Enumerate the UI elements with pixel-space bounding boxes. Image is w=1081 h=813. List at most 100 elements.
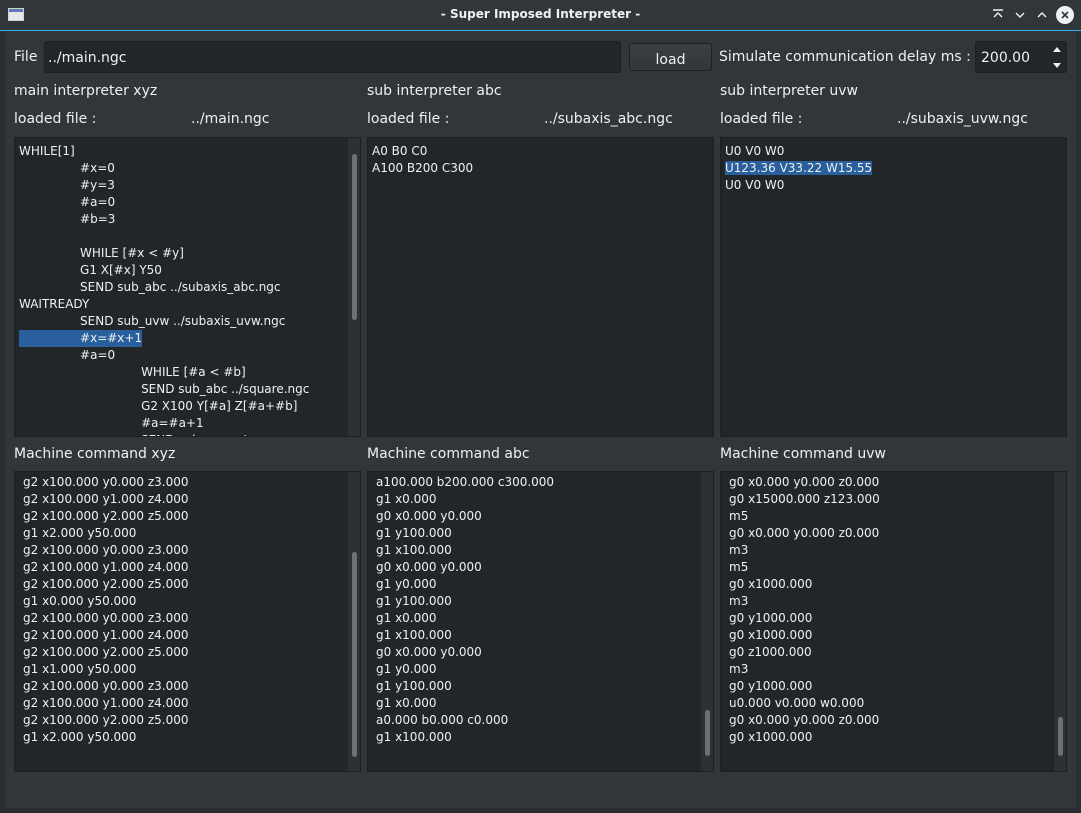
machine-uvw-view[interactable]: g0 x0.000 y0.000 z0.000 g0 x15000.000 z12… (720, 471, 1067, 772)
code-line-text: WHILE [#x < #y] (19, 246, 184, 260)
code-line-text: g2 x100.000 y2.000 z5.000 (23, 509, 189, 523)
code-line-text: #x=0 (19, 161, 115, 175)
main-code-view[interactable]: WHILE[1] #x=0 #y=3 #a=0 #b=3 WHILE [#x <… (14, 137, 361, 437)
code-line-text: g0 z1000.000 (729, 645, 812, 659)
load-button[interactable]: load (629, 43, 712, 71)
code-line-text: g1 x1.000 y50.000 (23, 662, 137, 676)
code-line-text: g0 x0.000 y0.000 (376, 509, 482, 523)
code-line-text: g1 y100.000 (376, 679, 452, 693)
code-line-text: g1 x2.000 y50.000 (23, 730, 137, 744)
code-line-text: g2 x100.000 y0.000 z3.000 (23, 611, 189, 625)
main-code-lines: WHILE[1] #x=0 #y=3 #a=0 #b=3 WHILE [#x <… (19, 143, 309, 436)
code-line-text: g0 x0.000 y0.000 z0.000 (729, 526, 880, 540)
code-line: g1 x100.000 (376, 729, 554, 746)
code-line: m3 (729, 661, 880, 678)
code-line: g2 x100.000 y2.000 z5.000 (23, 644, 189, 661)
code-line: g1 y100.000 (376, 678, 554, 695)
code-line: g1 x100.000 (376, 627, 554, 644)
code-line-text: g1 y100.000 (376, 594, 452, 608)
code-line-text: g2 x100.000 y2.000 z5.000 (23, 713, 189, 727)
code-line-text: A0 B0 C0 (372, 144, 428, 158)
abc-loaded-label: loaded file : (367, 111, 450, 127)
code-line: SEND sub_uvw ../subaxis_uvw.ngc (19, 313, 309, 330)
code-line-text: g1 x100.000 (376, 730, 452, 744)
code-line: A100 B200 C300 (372, 160, 473, 177)
code-line-text: U0 V0 W0 (725, 144, 785, 158)
code-line: #b=3 (19, 211, 309, 228)
code-line-text: g1 x0.000 (376, 611, 437, 625)
uvw-interpreter-title: sub interpreter uvw (720, 83, 858, 99)
code-line: g0 z1000.000 (729, 644, 880, 661)
code-line: #y=3 (19, 177, 309, 194)
code-line: g2 x100.000 y0.000 z3.000 (23, 474, 189, 491)
code-line-text: WHILE [#a < #b] (19, 365, 246, 379)
keep-above-icon[interactable] (988, 5, 1008, 25)
code-line: WAITREADY (19, 296, 309, 313)
code-line-text: m3 (729, 543, 749, 557)
code-line-text: g1 x0.000 (376, 696, 437, 710)
code-line-text: A100 B200 C300 (372, 161, 474, 175)
scrollbar-thumb[interactable] (705, 710, 710, 756)
code-line: g2 x100.000 y0.000 z3.000 (23, 542, 189, 559)
scrollbar-thumb[interactable] (352, 154, 357, 320)
code-line-text: U123.36 V33.22 W15.55 (725, 161, 873, 175)
code-line-text: a100.000 b200.000 c300.000 (376, 475, 555, 489)
code-line: g0 y1000.000 (729, 610, 880, 627)
code-line: g1 x0.000 (376, 491, 554, 508)
code-line: #x=#x+1 (19, 330, 309, 347)
code-line-text: SEND sub_uvw ../subaxis_uvw.ngc (19, 314, 286, 328)
code-line-text: g0 x0.000 y0.000 (376, 645, 482, 659)
machine-xyz-lines: g2 x100.000 y0.000 z3.000 g2 x100.000 y1.… (23, 474, 189, 746)
machine-uvw-scrollbar[interactable] (1054, 472, 1066, 771)
code-line: g2 x100.000 y0.000 z3.000 (23, 610, 189, 627)
main-code-scrollbar[interactable] (348, 138, 360, 436)
uvw-code-lines: U0 V0 W0 U123.36 V33.22 W15.55 U0 V0 W0 (725, 143, 873, 194)
code-line: #a=0 (19, 347, 309, 364)
code-line-text: SEND sub_uvw ../ (19, 433, 246, 436)
code-line: g2 x100.000 y1.000 z4.000 (23, 695, 189, 712)
code-line-text: g1 x100.000 (376, 628, 452, 642)
main-window: File ../main.ngc load Simulate communica… (5, 31, 1076, 808)
code-line-text: #a=#a+1 (19, 416, 204, 430)
code-line: #a=#a+1 (19, 415, 309, 432)
machine-abc-scrollbar[interactable] (701, 472, 713, 771)
abc-code-view[interactable]: A0 B0 C0 A100 B200 C300 (367, 137, 714, 437)
machine-xyz-view[interactable]: g2 x100.000 y0.000 z3.000 g2 x100.000 y1.… (14, 471, 361, 772)
close-icon[interactable] (1056, 6, 1074, 24)
scrollbar-thumb[interactable] (1058, 717, 1063, 756)
code-line-text: #b=3 (19, 212, 116, 226)
code-line: SEND sub_abc ../subaxis_abc.ngc (19, 279, 309, 296)
code-line: g2 x100.000 y1.000 z4.000 (23, 491, 189, 508)
code-line: g2 x100.000 y2.000 z5.000 (23, 712, 189, 729)
code-line-text: a0.000 b0.000 c0.000 (376, 713, 509, 727)
maximize-icon[interactable] (1032, 5, 1052, 25)
minimize-icon[interactable] (1010, 5, 1030, 25)
scrollbar-thumb[interactable] (352, 552, 357, 757)
code-line-text: m5 (729, 509, 749, 523)
code-line: g2 x100.000 y2.000 z5.000 (23, 576, 189, 593)
code-line-text: g2 x100.000 y0.000 z3.000 (23, 679, 189, 693)
code-line-text: g0 x1000.000 (729, 730, 813, 744)
code-line: g0 x0.000 y0.000 (376, 508, 554, 525)
code-line: SEND sub_abc ../square.ngc (19, 381, 309, 398)
abc-interpreter-title: sub interpreter abc (367, 83, 502, 99)
spin-arrows-icon[interactable] (1048, 42, 1066, 72)
uvw-code-view[interactable]: U0 V0 W0 U123.36 V33.22 W15.55 U0 V0 W0 (720, 137, 1067, 437)
code-line-text: m3 (729, 594, 749, 608)
code-line-text: WHILE[1] (19, 144, 75, 158)
code-line-text: g0 x0.000 y0.000 (376, 560, 482, 574)
code-line: G1 X[#x] Y50 (19, 262, 309, 279)
code-line-text: SEND sub_abc ../subaxis_abc.ngc (19, 280, 281, 294)
delay-spinbox[interactable]: 200.00 (975, 41, 1067, 73)
code-line-text: G2 X100 Y[#a] Z[#a+#b] (19, 399, 298, 413)
machine-abc-view[interactable]: a100.000 b200.000 c300.000 g1 x0.000 g0 x0… (367, 471, 714, 772)
code-line: g0 x1000.000 (729, 729, 880, 746)
code-line: g0 x1000.000 (729, 627, 880, 644)
machine-xyz-scrollbar[interactable] (348, 472, 360, 771)
code-line: g1 y100.000 (376, 593, 554, 610)
code-line: g0 x1000.000 (729, 576, 880, 593)
machine-abc-title: Machine command abc (367, 446, 530, 462)
file-path-input[interactable]: ../main.ngc (44, 41, 621, 73)
abc-loaded-file: ../subaxis_abc.ngc (544, 111, 673, 127)
